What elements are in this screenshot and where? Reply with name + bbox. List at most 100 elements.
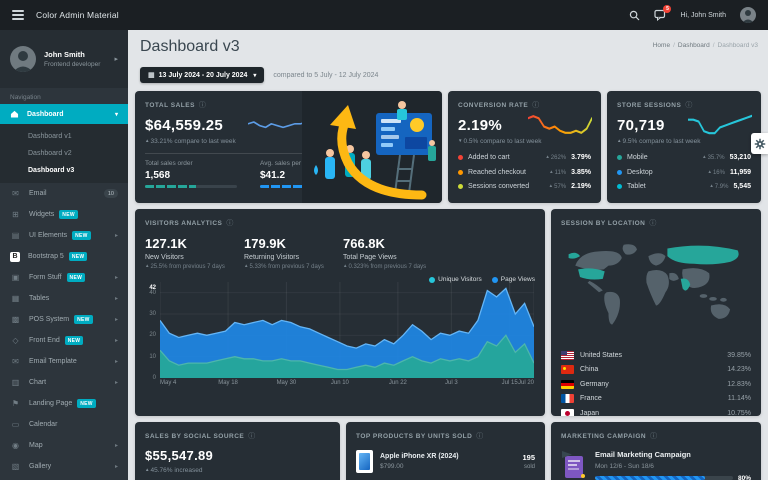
new-badge: NEW	[65, 336, 84, 345]
sidebar-item-label: Bootstrap 5	[28, 253, 64, 260]
sidebar-item-calendar[interactable]: ▭ Calendar	[0, 414, 128, 435]
country-name: United States	[580, 352, 727, 359]
flag-us-icon	[561, 351, 574, 360]
new-badge: NEW	[67, 273, 86, 282]
total-sales-order-stat: Total sales order 1,568	[145, 160, 245, 188]
marketing-campaign-card: MARKETING CAMPAIGNⓘ Email Marketing Camp…	[551, 422, 761, 480]
sidebar-item-pos-system[interactable]: ▩ POS System NEW ▸	[0, 309, 128, 330]
chart-icon: ▥	[10, 378, 21, 387]
product-row[interactable]: Apple iPhone XR (2024) $799.00 195 sold	[356, 450, 535, 473]
country-name: China	[580, 366, 727, 373]
row-change: ▲16%	[707, 169, 724, 176]
nav-section-label: Navigation	[0, 88, 128, 104]
sidebar-item-label: Dashboard	[27, 111, 64, 118]
product-price: $799.00	[380, 463, 522, 470]
sidebar-item-tables[interactable]: ▦ Tables ▸	[0, 288, 128, 309]
breadcrumb-dashboard[interactable]: Dashboard	[678, 42, 710, 49]
row-label: Sessions converted	[468, 183, 549, 190]
row-label: Mobile	[627, 154, 702, 161]
y-tick-label: 30	[149, 311, 156, 317]
sidebar-item-label: Email	[29, 190, 47, 197]
sidebar-item-label: Landing Page	[29, 400, 72, 407]
widgets-icon: ⊞	[10, 210, 21, 219]
sidebar-item-widgets[interactable]: ⊞ Widgets NEW	[0, 204, 128, 225]
chevron-right-icon: ▸	[114, 55, 118, 63]
stat-change: ▲5.33% from previous 7 days	[244, 263, 343, 270]
product-qty: 195	[522, 453, 535, 462]
card-title: VISITORS ANALYTICS	[145, 220, 222, 227]
row-label: Desktop	[627, 169, 707, 176]
status-dot	[458, 170, 463, 175]
info-icon[interactable]: ⓘ	[649, 218, 657, 228]
user-avatar[interactable]	[740, 7, 756, 23]
info-icon[interactable]: ⓘ	[199, 100, 207, 110]
legend-unique-visitors[interactable]: Unique Visitors	[429, 276, 482, 283]
sidebar-item-map[interactable]: ◉ Map ▸	[0, 435, 128, 456]
stat-value: 766.8K	[343, 236, 442, 251]
sidebar-item-label: UI Elements	[29, 232, 67, 239]
row-value: 3.85%	[571, 169, 591, 176]
info-icon[interactable]: ⓘ	[532, 100, 540, 110]
sidebar-item-form-stuff[interactable]: ▣ Form Stuff NEW ▸	[0, 267, 128, 288]
info-icon[interactable]: ⓘ	[650, 431, 658, 441]
legend-page-views[interactable]: Page Views	[492, 276, 535, 283]
new-badge: NEW	[72, 231, 91, 240]
legend-dot	[429, 277, 435, 283]
breadcrumb-home[interactable]: Home	[653, 42, 670, 49]
breadcrumb-current: Dashboard v3	[718, 42, 758, 49]
chevron-right-icon: ▸	[115, 232, 118, 239]
sidebar-item-gallery[interactable]: ▧ Gallery ▸	[0, 456, 128, 477]
compare-period-text: compared to 5 July - 12 July 2024	[273, 72, 378, 79]
stat-label: Total Page Views	[343, 254, 442, 261]
flag-china-icon	[561, 365, 574, 374]
sidebar-item-front-end[interactable]: ◇ Front End NEW ▸	[0, 330, 128, 351]
x-tick-label: May 4	[160, 380, 176, 386]
menu-toggle-icon[interactable]	[12, 10, 24, 20]
sidebar-item-dashboard[interactable]: Dashboard ▾	[0, 104, 128, 124]
theme-settings-button[interactable]	[751, 133, 768, 154]
store-sessions-card: STORE SESSIONSⓘ 70,719 ▲9.5% compare to …	[607, 91, 761, 203]
breadcrumb-separator: /	[713, 42, 715, 49]
country-pct: 12.83%	[727, 381, 751, 388]
sidebar-item-email[interactable]: ✉ Email 10	[0, 183, 128, 204]
top-products-card: TOP PRODUCTS BY UNITS SOLDⓘ Apple iPhone…	[346, 422, 545, 480]
card-title: TOTAL SALES	[145, 102, 195, 109]
sidebar-item-label: Gallery	[29, 463, 51, 470]
info-icon[interactable]: ⓘ	[685, 100, 693, 110]
row-label: Added to cart	[468, 154, 545, 161]
sidebar-item-dashboard-v3[interactable]: Dashboard v3	[0, 162, 128, 179]
info-icon[interactable]: ⓘ	[248, 431, 256, 441]
sidebar-item-dashboard-v1[interactable]: Dashboard v1	[0, 128, 128, 145]
sidebar-item-chart[interactable]: ▥ Chart ▸	[0, 372, 128, 393]
sidebar-item-dashboard-v2[interactable]: Dashboard v2	[0, 145, 128, 162]
sidebar-item-bootstrap5[interactable]: B Bootstrap 5 NEW	[0, 246, 128, 267]
sessions-row-desktop: Desktop ▲16% 11,959	[617, 169, 751, 176]
breadcrumb: Home/Dashboard/Dashboard v3	[653, 42, 758, 49]
search-icon[interactable]	[629, 10, 640, 21]
form-icon: ▣	[10, 273, 21, 282]
row-change: ▲262%	[545, 154, 566, 161]
main-content: Dashboard v3 Home/Dashboard/Dashboard v3…	[128, 30, 768, 480]
notifications-icon[interactable]: 5	[654, 9, 666, 21]
product-unit: sold	[522, 464, 535, 470]
social-sales-value: $55,547.89	[145, 448, 330, 463]
chevron-right-icon: ▸	[115, 463, 118, 470]
profile-name: John Smith	[44, 50, 100, 59]
chevron-right-icon: ▸	[115, 337, 118, 344]
card-title: CONVERSION RATE	[458, 102, 528, 109]
country-pct: 39.85%	[727, 352, 751, 359]
sessions-row-mobile: Mobile ▲35.7% 53,210	[617, 154, 751, 161]
chart-legend: Unique Visitors Page Views	[429, 276, 535, 283]
sidebar-item-label: Email Template	[29, 358, 77, 365]
info-icon[interactable]: ⓘ	[476, 431, 484, 441]
sidebar-profile[interactable]: John Smith Frontend developer ▸	[0, 30, 128, 88]
sidebar-item-email-template[interactable]: ✉ Email Template ▸	[0, 351, 128, 372]
stat-value: 127.1K	[145, 236, 244, 251]
sidebar-item-label: POS System	[29, 316, 69, 323]
sidebar-item-ui-elements[interactable]: ▤ UI Elements NEW ▸	[0, 225, 128, 246]
info-icon[interactable]: ⓘ	[226, 218, 234, 228]
chevron-right-icon: ▸	[115, 442, 118, 449]
date-range-picker[interactable]: ▦ 13 July 2024 - 20 July 2024 ▾	[140, 67, 264, 83]
stat-change: ▲0.323% from previous 7 days	[343, 263, 442, 270]
sidebar-item-landing-page[interactable]: ⚑ Landing Page NEW	[0, 393, 128, 414]
